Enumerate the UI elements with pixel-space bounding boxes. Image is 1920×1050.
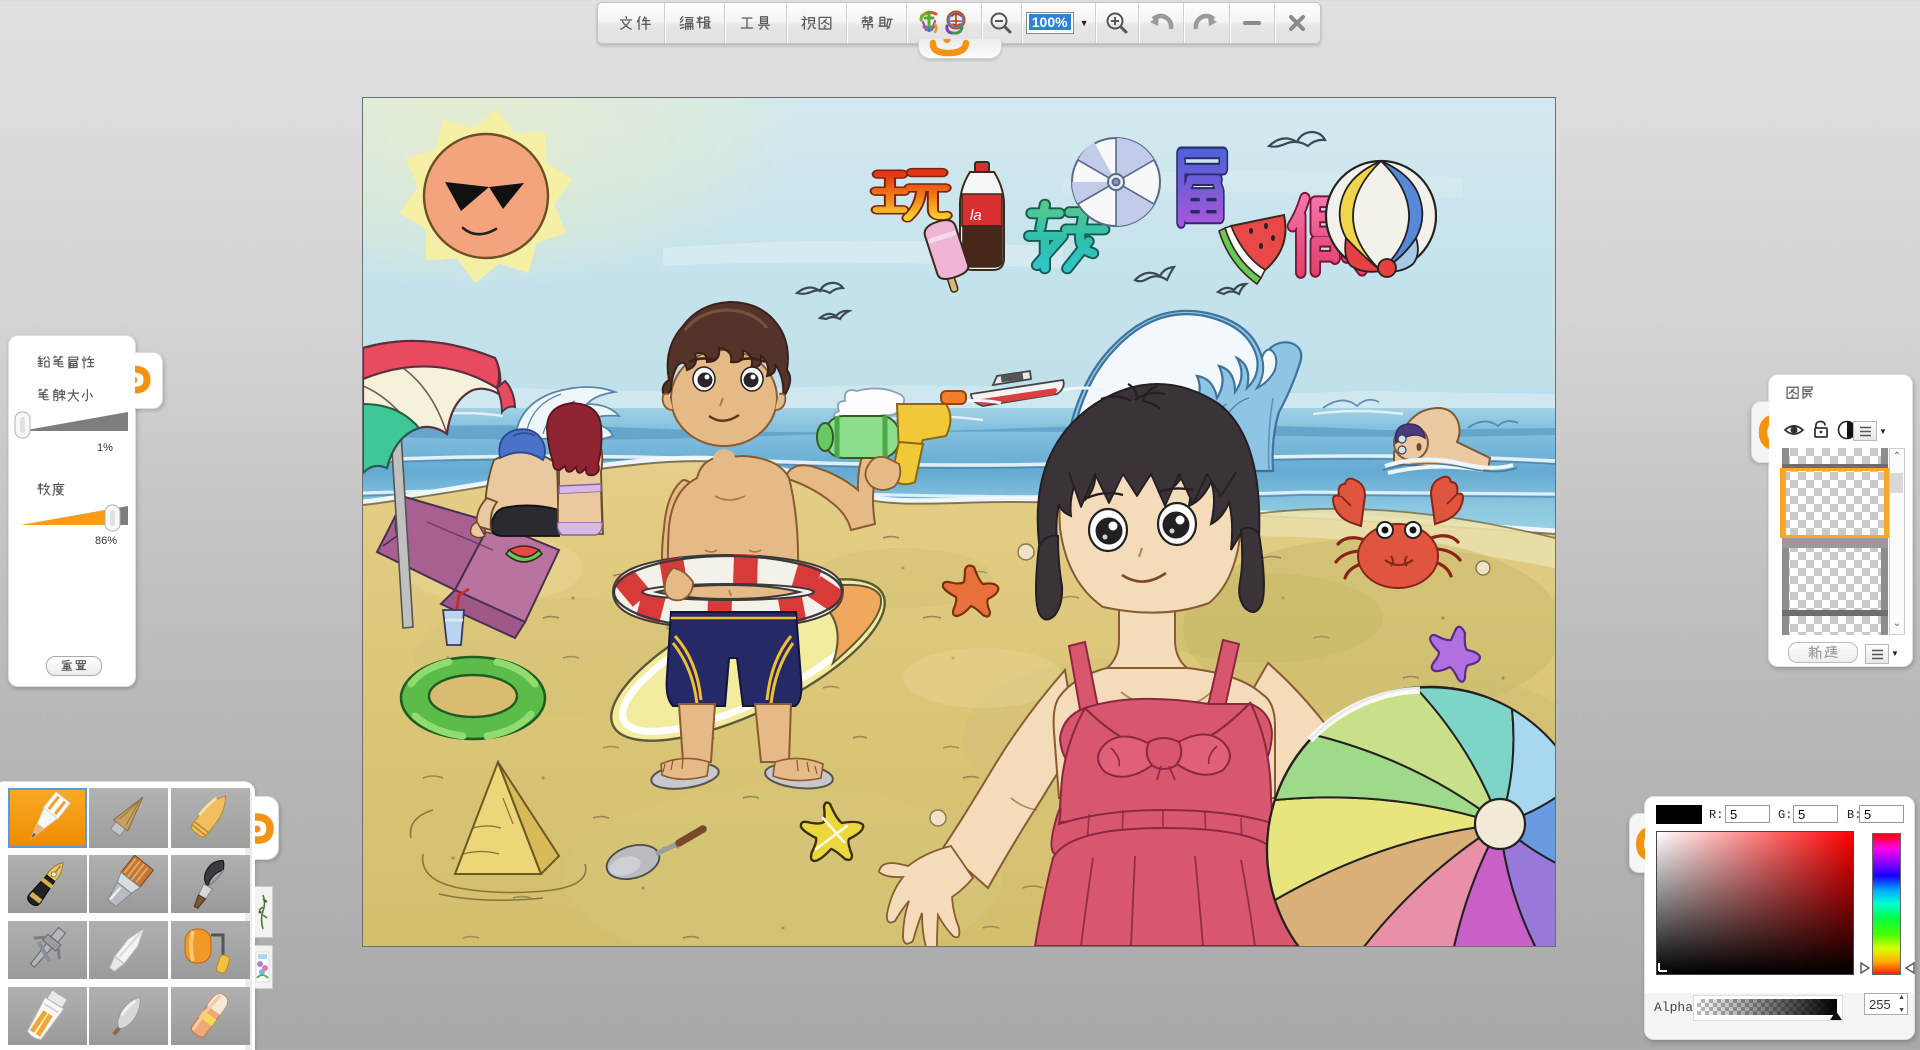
svg-text:la: la [970,207,982,224]
